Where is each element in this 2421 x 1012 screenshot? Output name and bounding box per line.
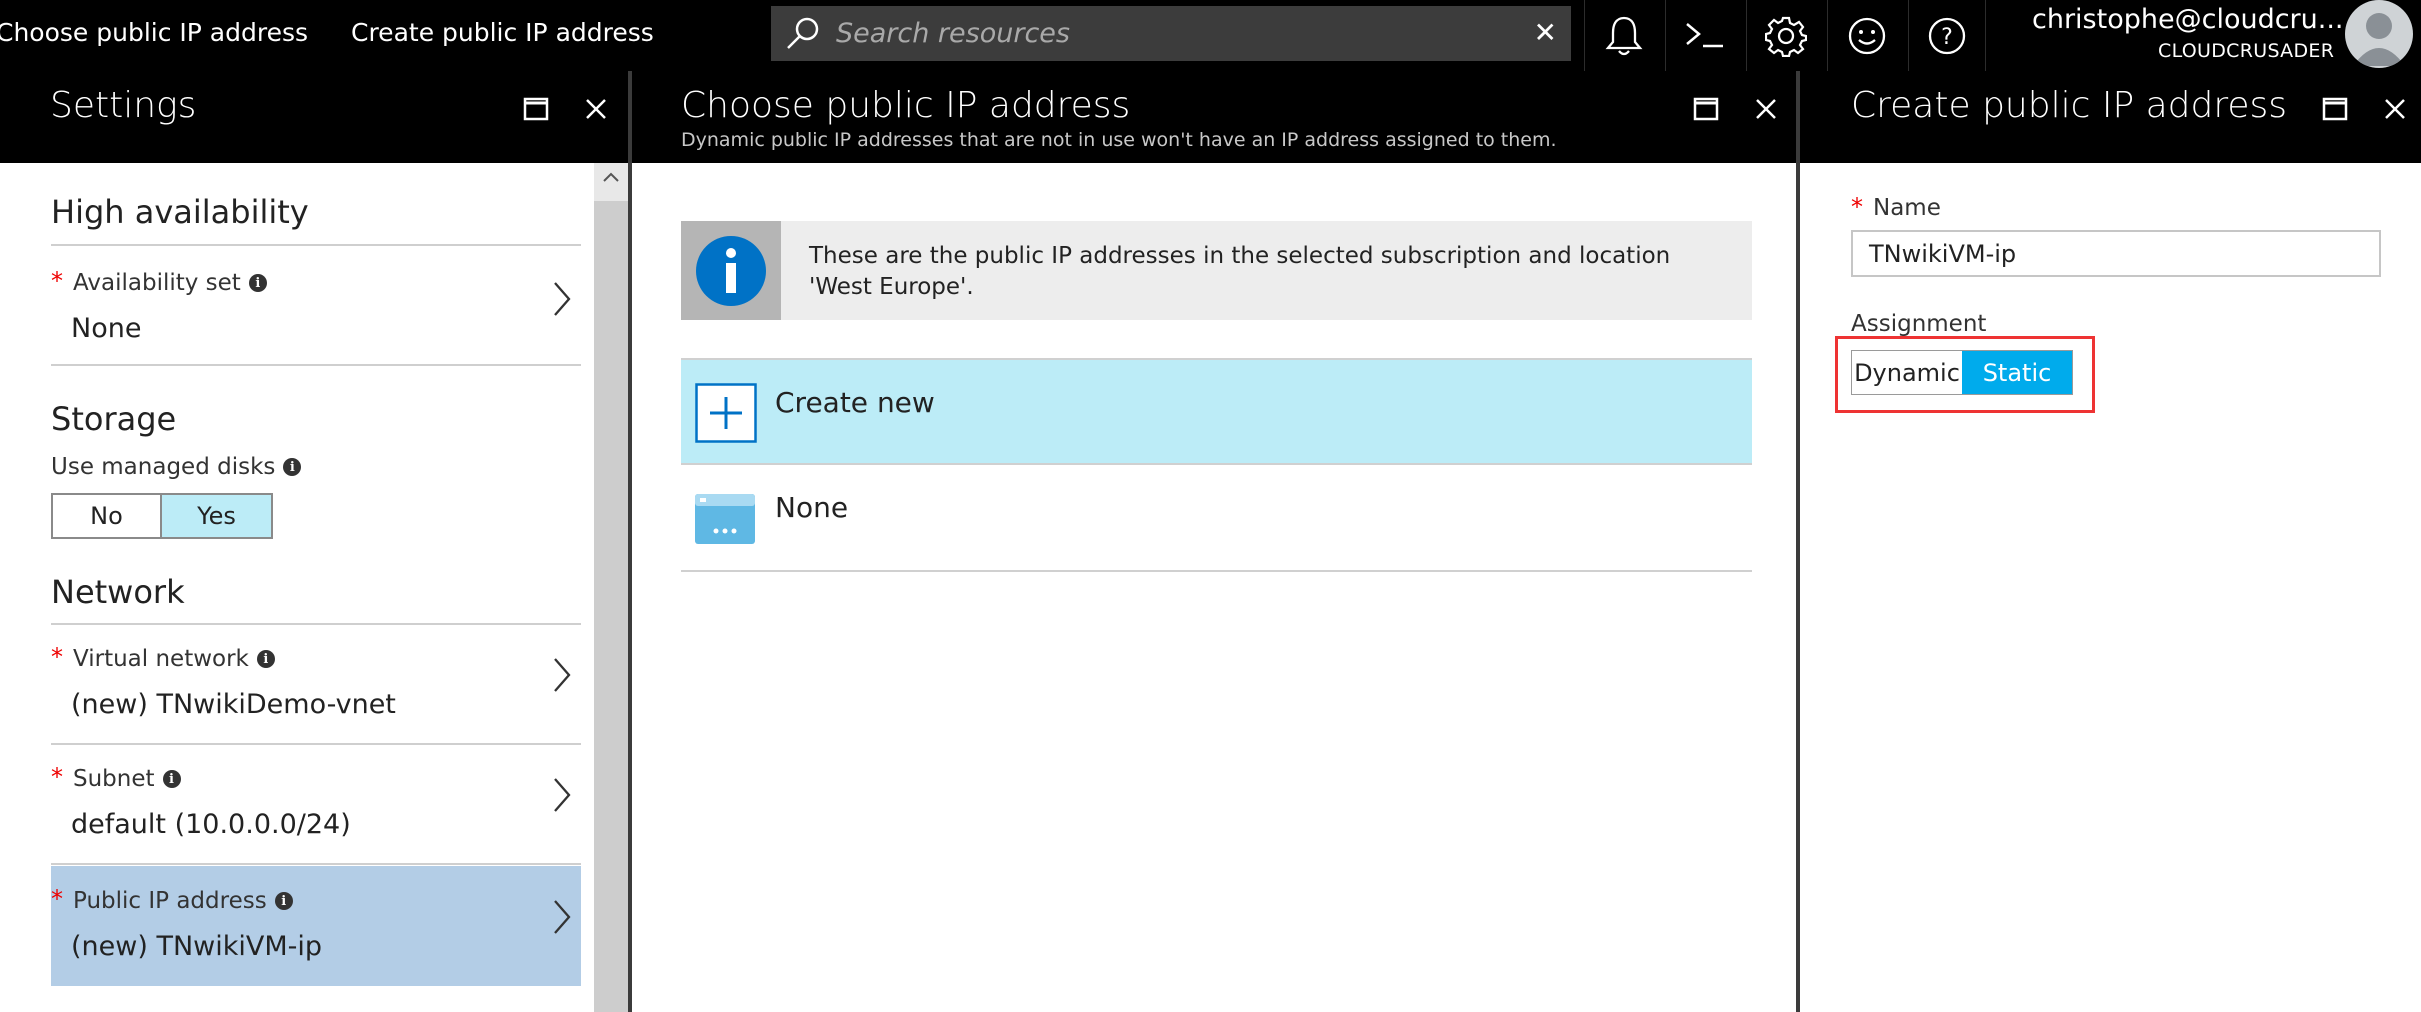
divider [51, 364, 581, 366]
divider [51, 623, 581, 625]
feedback-button[interactable] [1827, 0, 1905, 71]
name-label: Name [1873, 195, 1941, 221]
info-icon[interactable]: i [256, 650, 275, 668]
availability-set-label: Availability set i [73, 270, 267, 296]
chevron-right-icon [554, 778, 571, 812]
divider [51, 743, 581, 745]
breadcrumb-create-public-ip[interactable]: Create public IP address [351, 18, 654, 47]
subnet-label: Subnet i [73, 766, 181, 792]
subnet-value: default (10.0.0.0/24) [71, 809, 351, 840]
top-bar: Choose public IP address Create public I… [0, 0, 2421, 71]
gear-icon [1764, 16, 1807, 57]
chevron-right-icon[interactable] [552, 898, 572, 936]
close-icon [586, 99, 606, 119]
storage-heading: Storage [51, 400, 177, 438]
info-banner-icon-box [681, 221, 781, 320]
choose-blade-header: Choose public IP address Dynamic public … [632, 71, 1796, 163]
svg-text:?: ? [1941, 25, 1953, 50]
create-title: Create public IP address [1851, 85, 2288, 126]
close-settings-button[interactable] [578, 91, 614, 127]
high-availability-heading: High availability [51, 193, 309, 231]
managed-disks-yes-option[interactable]: Yes [162, 495, 271, 537]
close-icon [1756, 99, 1776, 119]
required-marker: * [51, 885, 63, 913]
public-ip-resource-icon [695, 494, 755, 544]
close-icon [2385, 99, 2405, 119]
none-label: None [775, 491, 849, 524]
managed-disks-toggle[interactable]: No Yes [51, 493, 273, 539]
create-blade-header: Create public IP address [1800, 71, 2421, 163]
chevron-right-icon [554, 658, 571, 692]
breadcrumb-choose-public-ip[interactable]: Choose public IP address [0, 18, 308, 47]
clear-search-icon[interactable]: ✕ [1534, 16, 1557, 49]
cloud-shell-icon [1685, 22, 1723, 47]
maximize-icon [523, 97, 549, 121]
divider [51, 244, 581, 246]
plus-icon [695, 383, 757, 443]
settings-blade-header: Settings [0, 71, 628, 163]
notifications-button[interactable] [1584, 0, 1662, 71]
create-new-item[interactable]: Create new [681, 358, 1752, 465]
virtual-network-value: (new) TNwikiDemo-vnet [71, 689, 396, 720]
chevron-right-icon [554, 282, 571, 316]
choose-title: Choose public IP address [681, 85, 1131, 126]
settings-button[interactable] [1746, 0, 1824, 71]
settings-title: Settings [50, 85, 197, 126]
maximize-icon [2322, 97, 2348, 121]
info-icon[interactable]: i [248, 274, 267, 292]
scroll-up-icon[interactable] [602, 171, 620, 183]
smiley-icon [1848, 17, 1885, 54]
help-button[interactable]: ? [1908, 0, 1986, 71]
availability-set-value: None [71, 313, 142, 344]
user-email[interactable]: christophe@cloudcru... [2032, 4, 2344, 35]
divider [51, 863, 581, 865]
close-choose-button[interactable] [1748, 91, 1784, 127]
info-icon[interactable]: i [274, 892, 293, 910]
user-org: CLOUDCRUSADER [2158, 40, 2335, 62]
choose-subtitle: Dynamic public IP addresses that are not… [681, 129, 1557, 151]
info-icon[interactable]: i [283, 458, 302, 476]
required-marker: * [1851, 193, 1863, 221]
maximize-settings-button[interactable] [518, 91, 554, 127]
user-avatar-icon [2353, 13, 2405, 66]
info-icon [696, 235, 766, 306]
info-icon[interactable]: i [162, 770, 181, 788]
public-ip-row[interactable] [51, 866, 581, 986]
maximize-icon [1693, 97, 1719, 121]
search-input[interactable]: Search resources [836, 18, 1070, 49]
info-banner-text: These are the public IP addresses in the… [809, 243, 1671, 300]
assignment-label: Assignment [1851, 311, 1987, 337]
info-banner: These are the public IP addresses in the… [681, 221, 1752, 320]
public-ip-label: Public IP address i [73, 888, 293, 914]
avatar[interactable] [2345, 0, 2413, 68]
create-blade [1800, 163, 2421, 1012]
settings-blade: High availability * Availability set i N… [0, 163, 628, 1012]
close-create-button[interactable] [2377, 91, 2413, 127]
managed-disks-no-option[interactable]: No [53, 495, 162, 537]
maximize-create-button[interactable] [2317, 91, 2353, 127]
virtual-network-label: Virtual network i [73, 646, 275, 672]
cloud-shell-button[interactable] [1665, 0, 1743, 71]
bell-icon [1605, 16, 1642, 55]
scrollbar-thumb[interactable] [594, 201, 628, 1012]
public-ip-value: (new) TNwikiVM-ip [71, 931, 323, 962]
highlight-annotation [1835, 336, 2095, 413]
required-marker: * [51, 643, 63, 671]
required-marker: * [51, 267, 63, 295]
maximize-choose-button[interactable] [1688, 91, 1724, 127]
create-new-label: Create new [775, 386, 935, 419]
required-marker: * [51, 763, 63, 791]
network-heading: Network [51, 573, 185, 611]
search-icon [787, 17, 819, 49]
help-icon: ? [1928, 17, 1966, 54]
name-input[interactable]: TNwikiVM-ip [1851, 230, 2381, 277]
search-box[interactable]: Search resources ✕ [771, 6, 1571, 61]
none-item[interactable]: None [681, 465, 1752, 572]
managed-disks-label: Use managed disks i [51, 454, 302, 480]
